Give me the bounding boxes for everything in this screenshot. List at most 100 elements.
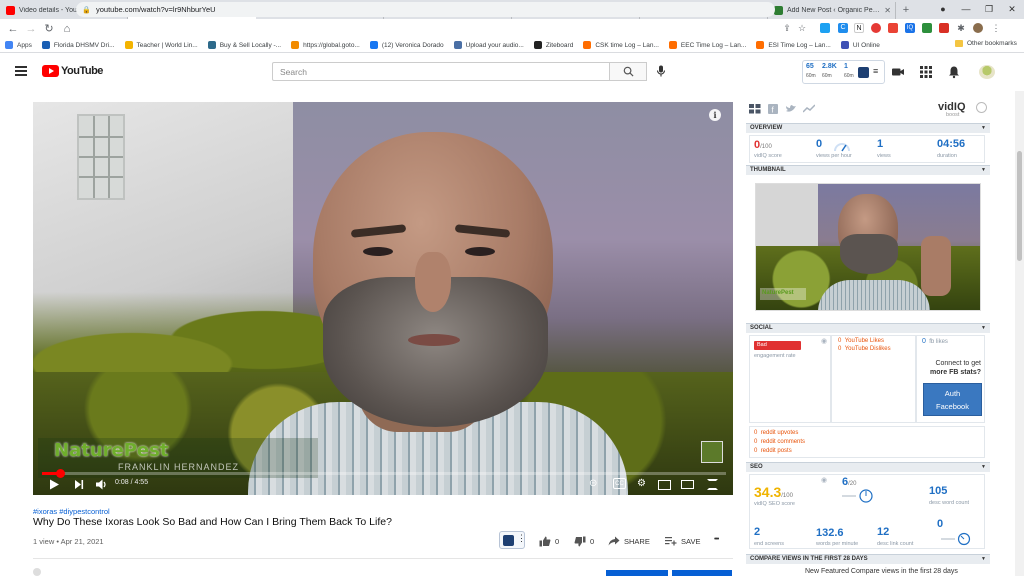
- volume-icon[interactable]: [95, 478, 108, 491]
- save-label: SAVE: [681, 536, 701, 546]
- new-tab-button[interactable]: +: [896, 2, 916, 19]
- ext-icon-2[interactable]: C: [838, 23, 848, 33]
- url-bar[interactable]: 🔒 youtube.com/watch?v=lr9NhburYeU: [76, 2, 775, 17]
- bookmark-item[interactable]: Apps: [5, 41, 32, 49]
- forward-icon[interactable]: →: [22, 23, 40, 35]
- compare-title: COMPARE VIEWS IN THE FIRST 28 DAYS: [750, 556, 868, 562]
- bookmark-item[interactable]: https://global.goto...: [291, 41, 360, 49]
- browser-menu-icon[interactable]: ⋮: [991, 23, 1001, 33]
- bookmark-label: Ziteboard: [545, 41, 574, 49]
- facebook-tab-icon[interactable]: f: [767, 104, 779, 114]
- ext-icon-1[interactable]: [820, 23, 830, 33]
- ext-icon-5[interactable]: [888, 23, 898, 33]
- edit-video-button[interactable]: [672, 570, 732, 576]
- ext-icon-8[interactable]: [939, 23, 949, 33]
- bookmark-item[interactable]: Ziteboard: [533, 41, 574, 49]
- widget-stat-1: 65: [806, 63, 814, 70]
- settings-gear-icon[interactable]: ⚙: [637, 478, 646, 491]
- bookmark-item[interactable]: Florida DHSMV Dri...: [41, 41, 115, 49]
- like-button[interactable]: 0: [539, 536, 559, 547]
- apps-grid-icon[interactable]: [919, 65, 933, 79]
- autoplay-toggle[interactable]: ⊝: [589, 478, 601, 491]
- thumbnail-header[interactable]: THUMBNAIL ▼: [746, 165, 990, 175]
- other-bookmarks[interactable]: Other bookmarks: [955, 40, 1017, 47]
- avatar[interactable]: [973, 23, 983, 33]
- social-header[interactable]: SOCIAL ▼: [746, 323, 990, 333]
- search-input[interactable]: Search: [272, 62, 610, 81]
- bookmark-item[interactable]: EEC Time Log – Lan...: [668, 41, 746, 49]
- search-button[interactable]: [610, 62, 647, 81]
- notifications-bell-icon[interactable]: [947, 65, 961, 79]
- channel-avatar-small[interactable]: [33, 568, 41, 576]
- video-thumbnail[interactable]: NaturePest: [755, 183, 981, 311]
- other-bookmarks-label: Other bookmarks: [967, 40, 1017, 47]
- page-scrollbar[interactable]: [1015, 91, 1024, 576]
- close-window-button[interactable]: ✕: [1001, 0, 1023, 19]
- channel-watermark-icon[interactable]: [701, 441, 723, 463]
- vidiq-button[interactable]: ⋮: [499, 531, 526, 549]
- views-count: 1: [877, 138, 884, 150]
- divider: [33, 558, 733, 559]
- desc-link-count-label: desc link count: [877, 541, 914, 547]
- video-player[interactable]: [33, 102, 733, 495]
- browser-tab[interactable]: Add New Post ‹ Organic Pest Co ✕: [768, 2, 896, 19]
- bookmark-item[interactable]: Upload your audio...: [453, 41, 524, 49]
- star-icon[interactable]: ☆: [797, 23, 807, 33]
- ext-icon-4[interactable]: [871, 23, 881, 33]
- ext-icon-6[interactable]: IQ: [905, 23, 915, 33]
- ext-icon-3[interactable]: N: [854, 23, 864, 33]
- more-actions-button[interactable]: •••: [714, 536, 719, 543]
- channel-avatar[interactable]: [979, 65, 995, 79]
- tab-close-icon[interactable]: ✕: [884, 6, 891, 15]
- bookmark-item[interactable]: (12) Veronica Dorado: [369, 41, 444, 49]
- bookmark-item[interactable]: ESI Time Log – Lan...: [756, 41, 831, 49]
- vidiq-tab-bar: f: [749, 104, 815, 114]
- share-button[interactable]: SHARE: [608, 536, 650, 546]
- home-icon[interactable]: ⌂: [58, 23, 76, 35]
- twitter-tab-icon[interactable]: [785, 104, 797, 114]
- grid-tab-icon[interactable]: [749, 104, 761, 114]
- microphone-icon[interactable]: [654, 64, 668, 78]
- miniplayer-icon[interactable]: [658, 480, 671, 490]
- info-icon[interactable]: i: [709, 109, 721, 121]
- fullscreen-icon[interactable]: [707, 479, 718, 490]
- bookmark-item[interactable]: UI Online: [840, 41, 880, 49]
- subscribe-button[interactable]: [606, 570, 668, 576]
- vidiq-header-widget[interactable]: 65 60m 2.8K 60m 1 60m ≡: [802, 60, 885, 84]
- ext-icon-7[interactable]: [922, 23, 932, 33]
- youtube-logo[interactable]: YouTube: [42, 65, 103, 77]
- video-progress-bar[interactable]: [42, 469, 726, 478]
- dislike-button[interactable]: 0: [574, 536, 594, 547]
- vidiq-toggle-icon[interactable]: [976, 102, 987, 113]
- save-button[interactable]: SAVE: [665, 536, 700, 546]
- bookmark-item[interactable]: Teacher | World Lin...: [124, 41, 198, 49]
- theater-mode-icon[interactable]: [681, 480, 694, 489]
- trend-tab-icon[interactable]: [803, 104, 815, 114]
- eye-icon: ◉: [821, 338, 828, 345]
- extensions-icon[interactable]: ✱: [956, 23, 966, 33]
- compare-header[interactable]: COMPARE VIEWS IN THE FIRST 28 DAYS ▼: [746, 554, 990, 564]
- bookmark-item[interactable]: Buy & Sell Locally -...: [207, 41, 281, 49]
- captions-icon[interactable]: CC: [613, 478, 626, 489]
- back-icon[interactable]: ←: [4, 23, 22, 35]
- reload-icon[interactable]: ↻: [40, 22, 58, 35]
- bookmark-icon: [840, 41, 849, 49]
- video-hashtags[interactable]: #ixoras #diypestcontrol: [33, 507, 110, 516]
- share-icon[interactable]: ⇪: [782, 23, 792, 33]
- overview-header[interactable]: OVERVIEW ▼: [746, 123, 990, 133]
- create-video-icon[interactable]: [891, 65, 905, 79]
- like-count: 0: [555, 537, 560, 546]
- menu-icon[interactable]: [15, 66, 27, 76]
- next-icon[interactable]: [73, 478, 85, 491]
- profile-icon[interactable]: ●: [932, 0, 954, 19]
- minimize-button[interactable]: —: [955, 0, 977, 19]
- restore-button[interactable]: ❐: [978, 0, 1000, 19]
- scrollbar-thumb[interactable]: [1017, 151, 1022, 261]
- end-screens-label: end screens: [754, 541, 784, 547]
- auth-facebook-label-2: Facebook: [936, 402, 969, 411]
- auth-facebook-button[interactable]: Auth Facebook: [923, 383, 982, 416]
- bookmark-item[interactable]: CSK time Log – Lan...: [583, 41, 659, 49]
- seo-header[interactable]: SEO ▼: [746, 462, 990, 472]
- end-screens-count: 2: [754, 526, 761, 538]
- play-icon[interactable]: [48, 478, 60, 491]
